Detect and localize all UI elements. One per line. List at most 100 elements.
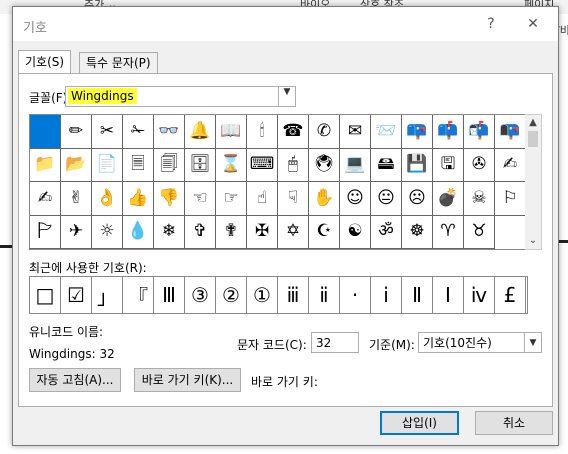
symbol-cell[interactable]: ☹ [402, 182, 433, 216]
symbol-cell[interactable]: ✟ [216, 215, 247, 249]
symbol-cell[interactable]: ☼ [92, 215, 123, 249]
symbol-cell[interactable]: 🔔 [185, 115, 216, 149]
symbol-cell[interactable]: ✋ [309, 182, 340, 216]
symbol-cell[interactable]: 📫 [433, 115, 464, 149]
symbol-cell-selected[interactable] [30, 115, 61, 149]
symbol-cell[interactable]: ☜ [185, 182, 216, 216]
symbol-cell[interactable]: 💧 [123, 215, 154, 249]
symbol-cell[interactable]: 😐 [371, 182, 402, 216]
recent-symbol-cell[interactable]: · [340, 277, 371, 313]
symbol-cell[interactable]: 📖 [216, 115, 247, 149]
symbol-cell[interactable]: 🗏 [123, 148, 154, 182]
symbol-cell[interactable]: ॐ [371, 215, 402, 249]
symbol-cell[interactable]: ⌨ [247, 148, 278, 182]
symbol-cell[interactable]: ✆ [309, 115, 340, 149]
symbol-cell[interactable]: ☯ [340, 215, 371, 249]
symbol-cell[interactable]: 👓 [154, 115, 185, 149]
symbol-cell[interactable]: 🗄 [185, 148, 216, 182]
symbol-cell[interactable]: ⚐ [495, 182, 526, 216]
symbol-cell[interactable]: 🖴 [371, 148, 402, 182]
base-select[interactable]: 기호(10진수) ▼ [418, 332, 542, 353]
recent-symbols-row[interactable]: □ ☑」『Ⅲ ③ ② ① ⅲ ⅱ · ⅰ Ⅱ Ⅰⅳ £ [29, 276, 528, 314]
symbol-cell[interactable]: ☞ [216, 182, 247, 216]
recent-symbol-cell[interactable]: Ⅰ [433, 277, 464, 313]
symbol-cell[interactable]: 🖫 [433, 148, 464, 182]
symbol-cell[interactable]: ✞ [185, 215, 216, 249]
symbol-cell[interactable]: ✁ [123, 115, 154, 149]
tab-special-characters[interactable]: 특수 문자(P) [79, 52, 158, 73]
symbol-cell[interactable]: 📄 [92, 148, 123, 182]
symbol-cell[interactable]: ☠ [464, 182, 495, 216]
symbol-cell[interactable]: ♉ [464, 215, 495, 249]
symbol-cell[interactable]: ✍ [30, 182, 61, 216]
recent-symbol-cell[interactable]: ③ [185, 277, 216, 313]
recent-symbol-cell[interactable]: ⅳ [464, 277, 495, 313]
scroll-thumb[interactable] [528, 131, 538, 147]
recent-symbol-cell[interactable]: Ⅱ [402, 277, 433, 313]
scroll-up-icon[interactable]: ▲ [525, 115, 541, 131]
chevron-down-icon[interactable]: ▼ [524, 333, 541, 352]
recent-symbol-cell[interactable]: □ [30, 277, 61, 313]
symbol-cell[interactable]: 🗐 [154, 148, 185, 182]
recent-symbol-cell[interactable]: ② [216, 277, 247, 313]
recent-symbol-cell[interactable]: ⅱ [309, 277, 340, 313]
symbol-cell[interactable]: ✈ [61, 215, 92, 249]
shortcut-key-button[interactable]: 바로 가기 키(K)... [134, 368, 241, 392]
close-button[interactable]: ✕ [521, 13, 545, 35]
help-button[interactable]: ? [479, 13, 503, 35]
symbol-grid-scrollbar[interactable]: ▲ ⌄ [525, 114, 542, 250]
symbol-cell[interactable]: ☸ [402, 215, 433, 249]
symbol-cell[interactable]: ✂ [92, 115, 123, 149]
symbol-cell[interactable]: 📁 [30, 148, 61, 182]
symbol-cell[interactable]: 💣 [433, 182, 464, 216]
symbol-cell[interactable]: 📂 [61, 148, 92, 182]
symbol-cell[interactable]: 💾 [402, 148, 433, 182]
autocorrect-button[interactable]: 자동 고침(A)... [29, 368, 121, 392]
recent-symbol-cell[interactable]: ⅲ [278, 277, 309, 313]
title-bar: 기호 ? ✕ [13, 7, 558, 41]
base-value: 기호(10진수) [423, 336, 492, 350]
char-code-input[interactable]: 32 [311, 332, 359, 353]
symbol-cell[interactable]: 🏱 [30, 215, 61, 249]
symbol-cell[interactable]: ☺ [340, 182, 371, 216]
recent-symbol-cell[interactable]: ① [247, 277, 278, 313]
symbol-cell[interactable]: ✉ [340, 115, 371, 149]
symbol-cell[interactable]: 📬 [464, 115, 495, 149]
symbol-cell[interactable]: ☟ [278, 182, 309, 216]
symbol-cell[interactable]: 🖱 [278, 148, 309, 182]
symbol-cell[interactable]: 📭 [495, 115, 526, 149]
symbol-cell[interactable]: 👌 [92, 182, 123, 216]
symbol-cell[interactable]: ✇ [464, 148, 495, 182]
recent-symbol-cell[interactable]: 『 [123, 277, 154, 313]
tab-symbols[interactable]: 기호(S) [18, 50, 72, 73]
cancel-button[interactable]: 취소 [475, 411, 553, 435]
symbol-cell[interactable]: ☝ [247, 182, 278, 216]
recent-symbol-cell[interactable]: ☑ [61, 277, 92, 313]
symbol-grid[interactable]: ✏ ✂ ✁ 👓 🔔 📖 🕯 ☎ ✆ ✉ 📨 📪 📫 📬 📭 📁 📂 📄 🗏 🗐 🗄 ⌛ ⌨ 🖱 🖲 💻 🖴 💾 🖫 ✇ ✍ ✍ ✌ 👌 👍 👎 ☜ ☞ ☝ ☟… [29, 114, 527, 250]
symbol-cell[interactable]: ☪ [309, 215, 340, 249]
recent-symbol-cell[interactable]: £ [495, 277, 526, 313]
recent-symbol-cell[interactable]: Ⅲ [154, 277, 185, 313]
symbol-cell[interactable]: ❄ [154, 215, 185, 249]
symbol-cell[interactable]: 📨 [371, 115, 402, 149]
symbol-cell[interactable]: ✍ [495, 148, 526, 182]
insert-button[interactable]: 삽입(I) [380, 411, 459, 435]
symbol-cell[interactable]: ♈ [433, 215, 464, 249]
symbol-cell[interactable]: ⌛ [216, 148, 247, 182]
symbol-cell[interactable]: ✏ [61, 115, 92, 149]
symbol-cell[interactable]: ✡ [278, 215, 309, 249]
font-select[interactable]: Wingdings ▼ [65, 86, 296, 107]
symbol-cell[interactable]: 💻 [340, 148, 371, 182]
symbol-cell[interactable]: 🖲 [309, 148, 340, 182]
symbol-cell[interactable]: 📪 [402, 115, 433, 149]
symbol-cell[interactable]: ☎ [278, 115, 309, 149]
chevron-down-icon[interactable]: ▼ [278, 87, 295, 106]
symbol-cell[interactable]: ✠ [247, 215, 278, 249]
symbol-cell[interactable]: ✌ [61, 182, 92, 216]
symbol-cell[interactable]: 👎 [154, 182, 185, 216]
symbol-cell[interactable]: 👍 [123, 182, 154, 216]
scroll-down-icon[interactable]: ⌄ [525, 233, 541, 249]
symbol-cell[interactable]: 🕯 [247, 115, 278, 149]
recent-symbol-cell[interactable]: 」 [92, 277, 123, 313]
recent-symbol-cell[interactable]: ⅰ [371, 277, 402, 313]
